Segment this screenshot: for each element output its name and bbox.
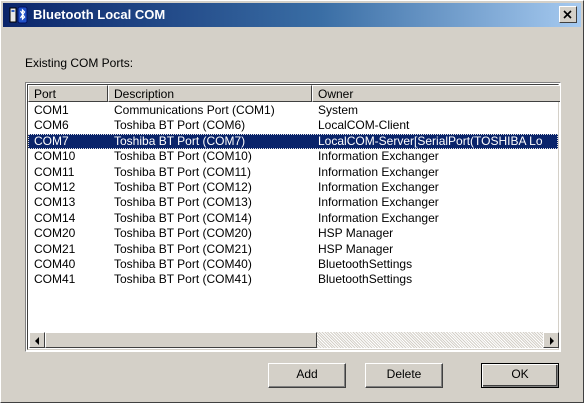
table-row[interactable]: COM41 Toshiba BT Port (COM41) BluetoothSet… <box>28 272 558 287</box>
table-row[interactable]: COM40 Toshiba BT Port (COM40) BluetoothSet… <box>28 257 558 272</box>
port-cell: COM10 <box>34 149 76 164</box>
title-bar[interactable]: Bluetooth Local COM <box>3 3 581 27</box>
description-cell: Toshiba BT Port (COM13) <box>114 195 252 210</box>
description-cell: Toshiba BT Port (COM21) <box>114 241 252 256</box>
close-icon <box>563 10 572 19</box>
description-cell: Toshiba BT Port (COM7) <box>114 133 246 148</box>
dialog-window: Bluetooth Local COM Existing COM Ports: … <box>0 0 584 403</box>
description-cell: Toshiba BT Port (COM10) <box>114 149 252 164</box>
owner-cell: System <box>318 103 359 117</box>
horizontal-scrollbar[interactable] <box>29 332 559 348</box>
list-header: Port Description Owner <box>28 85 560 102</box>
column-header-owner[interactable]: Owner <box>312 85 560 102</box>
column-header-port[interactable]: Port <box>28 85 108 102</box>
port-cell: COM20 <box>34 226 76 241</box>
list-rows: COM1 Communications Port (COM1) System COM6… <box>28 103 558 288</box>
table-row[interactable]: COM1 Communications Port (COM1) System <box>28 103 558 118</box>
table-row[interactable]: COM7 Toshiba BT Port (COM7) LocalCOM-Serve… <box>28 133 558 150</box>
description-cell: Toshiba BT Port (COM12) <box>114 179 252 194</box>
table-row[interactable]: COM14 Toshiba BT Port (COM14) Information … <box>28 211 558 226</box>
table-row[interactable]: COM13 Toshiba BT Port (COM13) Information … <box>28 195 558 210</box>
table-row[interactable]: COM21 Toshiba BT Port (COM21) HSP Manager <box>28 242 558 257</box>
description-cell: Communications Port (COM1) <box>114 103 275 117</box>
owner-cell: Information Exchanger <box>318 179 439 194</box>
description-cell: Toshiba BT Port (COM20) <box>114 226 252 241</box>
window-title: Bluetooth Local COM <box>33 7 166 22</box>
port-cell: COM1 <box>34 103 69 117</box>
owner-cell: HSP Manager <box>318 226 394 241</box>
scroll-left-button[interactable] <box>29 332 45 348</box>
owner-cell: BluetoothSettings <box>318 256 413 271</box>
description-cell: Toshiba BT Port (COM14) <box>114 210 252 225</box>
description-cell: Toshiba BT Port (COM11) <box>114 164 251 179</box>
owner-cell: Information Exchanger <box>318 149 439 164</box>
port-cell: COM13 <box>34 195 76 210</box>
table-row[interactable]: COM11 Toshiba BT Port (COM11) Information … <box>28 165 558 180</box>
right-arrow-icon <box>550 337 554 345</box>
table-row[interactable]: COM12 Toshiba BT Port (COM12) Information … <box>28 180 558 195</box>
owner-cell: Information Exchanger <box>318 195 439 210</box>
port-cell: COM21 <box>34 241 76 256</box>
owner-cell: HSP Manager <box>318 241 394 256</box>
table-row[interactable]: COM20 Toshiba BT Port (COM20) HSP Manager <box>28 226 558 241</box>
table-row[interactable]: COM10 Toshiba BT Port (COM10) Information … <box>28 149 558 164</box>
com-port-list[interactable]: Port Description Owner COM1 Communication… <box>25 82 561 352</box>
owner-cell: LocalCOM-Client <box>318 118 410 133</box>
description-cell: Toshiba BT Port (COM41) <box>114 272 252 287</box>
port-cell: COM12 <box>34 179 76 194</box>
table-row[interactable]: COM6 Toshiba BT Port (COM6) LocalCOM-Clien… <box>28 118 558 133</box>
add-button[interactable]: Add <box>268 363 346 388</box>
existing-ports-label: Existing COM Ports: <box>25 56 134 70</box>
port-cell: COM40 <box>34 256 76 271</box>
column-header-description[interactable]: Description <box>108 85 312 102</box>
ok-button[interactable]: OK <box>481 363 559 388</box>
port-cell: COM41 <box>34 272 76 287</box>
port-cell: COM11 <box>34 164 75 179</box>
owner-cell: LocalCOM-Server[SerialPort(TOSHIBA Lo <box>318 133 543 148</box>
port-cell: COM14 <box>34 210 76 225</box>
scroll-thumb[interactable] <box>45 332 317 348</box>
delete-button[interactable]: Delete <box>365 363 443 388</box>
left-arrow-icon <box>35 337 39 345</box>
port-cell: COM6 <box>34 118 69 133</box>
description-cell: Toshiba BT Port (COM6) <box>114 118 246 133</box>
owner-cell: Information Exchanger <box>318 164 439 179</box>
scroll-right-button[interactable] <box>543 332 559 348</box>
close-button[interactable] <box>559 6 577 23</box>
description-cell: Toshiba BT Port (COM40) <box>114 256 252 271</box>
owner-cell: BluetoothSettings <box>318 272 413 287</box>
list-frame: Port Description Owner COM1 Communication… <box>27 84 560 350</box>
owner-cell: Information Exchanger <box>318 210 439 225</box>
bluetooth-com-icon <box>9 6 28 24</box>
port-cell: COM7 <box>34 133 69 148</box>
